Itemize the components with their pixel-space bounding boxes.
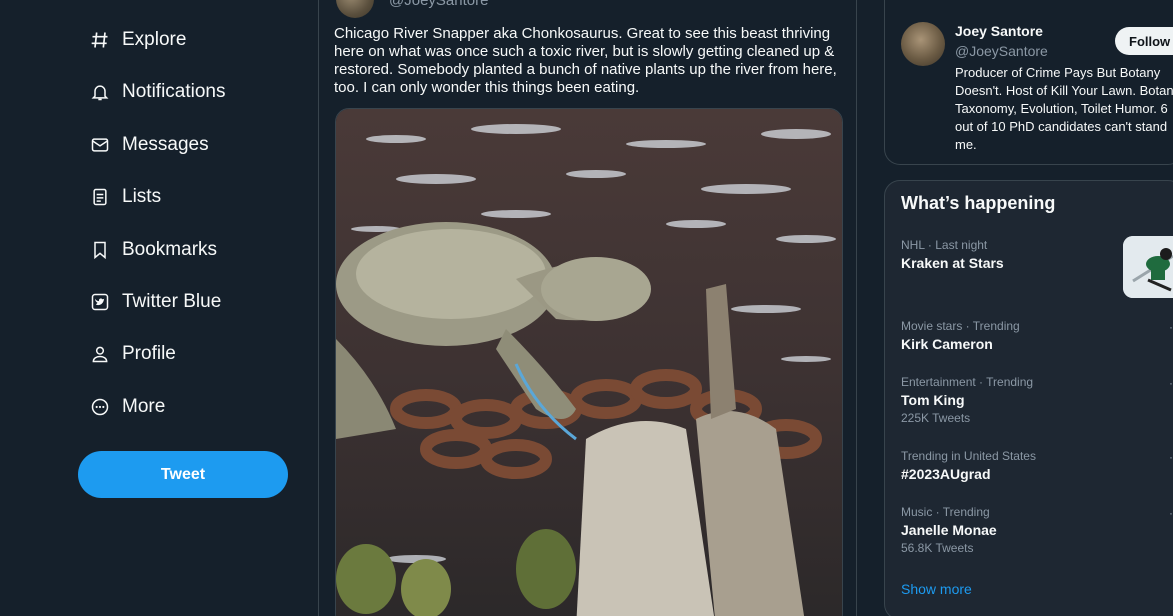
nav-messages[interactable]: Messages (78, 121, 209, 169)
user-bio: Producer of Crime Pays But Botany Doesn'… (955, 65, 1173, 152)
user-handle[interactable]: @JoeySantore (955, 43, 1048, 59)
nav-label: Notifications (122, 81, 226, 102)
more-options-icon[interactable]: · (1169, 450, 1173, 464)
avatar[interactable] (901, 22, 945, 66)
trend-count: 56.8K Tweets (901, 541, 974, 555)
user-name[interactable]: Joey Santore (955, 23, 1043, 39)
tweet-handle[interactable]: @JoeySantore (389, 0, 488, 9)
trend-name: Kirk Cameron (901, 336, 993, 352)
nav-label: Profile (122, 343, 176, 364)
envelope-icon (78, 132, 122, 158)
list-icon (78, 184, 122, 210)
person-icon (78, 341, 122, 367)
more-circle-icon (78, 394, 122, 420)
user-card: Joey Santore @JoeySantore Follow Produce… (884, 0, 1173, 165)
tweet-media-video[interactable] (335, 108, 843, 616)
nav-label: Bookmarks (122, 239, 218, 260)
nav-twitter-blue[interactable]: Twitter Blue (78, 278, 221, 326)
bell-icon (78, 79, 122, 105)
nav-label: Messages (122, 134, 209, 155)
more-options-icon[interactable]: · (1169, 506, 1173, 520)
nav-lists[interactable]: Lists (78, 173, 161, 221)
nav-label: More (122, 396, 166, 417)
panel-title: What’s happening (901, 193, 1056, 213)
nav-explore[interactable]: Explore (78, 16, 186, 64)
follow-button[interactable]: Follow (1115, 27, 1173, 55)
whats-happening-panel: What’s happening NHL · Last night Kraken… (884, 180, 1173, 616)
more-options-icon[interactable]: · (1169, 376, 1173, 390)
hashtag-icon (78, 27, 122, 53)
trend-item[interactable]: Trending in United States #2023AUgrad (901, 448, 1171, 484)
trend-meta: Entertainment · Trending (901, 375, 1034, 389)
twitter-blue-icon (78, 289, 122, 315)
trend-meta: Trending in United States (901, 449, 1036, 463)
nav-profile[interactable]: Profile (78, 330, 176, 378)
right-sidebar: Joey Santore @JoeySantore Follow Produce… (884, 0, 1173, 616)
nav-label: Twitter Blue (122, 291, 222, 312)
sidebar-nav: Explore Notifications Messages Lists Boo… (0, 0, 318, 616)
more-options-icon[interactable]: · (1169, 320, 1173, 334)
nav-label: Explore (122, 29, 187, 50)
avatar[interactable] (336, 0, 374, 18)
trend-count: 225K Tweets (901, 411, 971, 425)
trend-name: Janelle Monae (901, 522, 997, 538)
trend-item[interactable]: Movie stars · Trending Kirk Cameron (901, 318, 1171, 354)
trend-thumbnail[interactable] (1123, 236, 1173, 298)
nav-more[interactable]: More (78, 383, 165, 431)
tweet-detail: @JoeySantore Chicago River Snapper aka C… (318, 0, 857, 616)
show-more-link[interactable]: Show more (901, 581, 972, 597)
trend-name: #2023AUgrad (901, 466, 991, 482)
trend-meta: Music · Trending (901, 505, 990, 519)
tweet-button[interactable]: Tweet (78, 451, 288, 498)
nav-notifications[interactable]: Notifications (78, 68, 226, 116)
trend-meta: Movie stars · Trending (901, 319, 1020, 333)
nav-label: Lists (122, 186, 162, 207)
trend-item[interactable]: Music · Trending Janelle Monae 56.8K Twe… (901, 504, 1171, 556)
bookmark-icon (78, 237, 122, 263)
nav-bookmarks[interactable]: Bookmarks (78, 226, 217, 274)
tweet-text: Chicago River Snapper aka Chonkosaurus. … (334, 25, 837, 96)
trend-item[interactable]: Entertainment · Trending Tom King 225K T… (901, 374, 1171, 426)
trend-name: Tom King (901, 392, 965, 408)
